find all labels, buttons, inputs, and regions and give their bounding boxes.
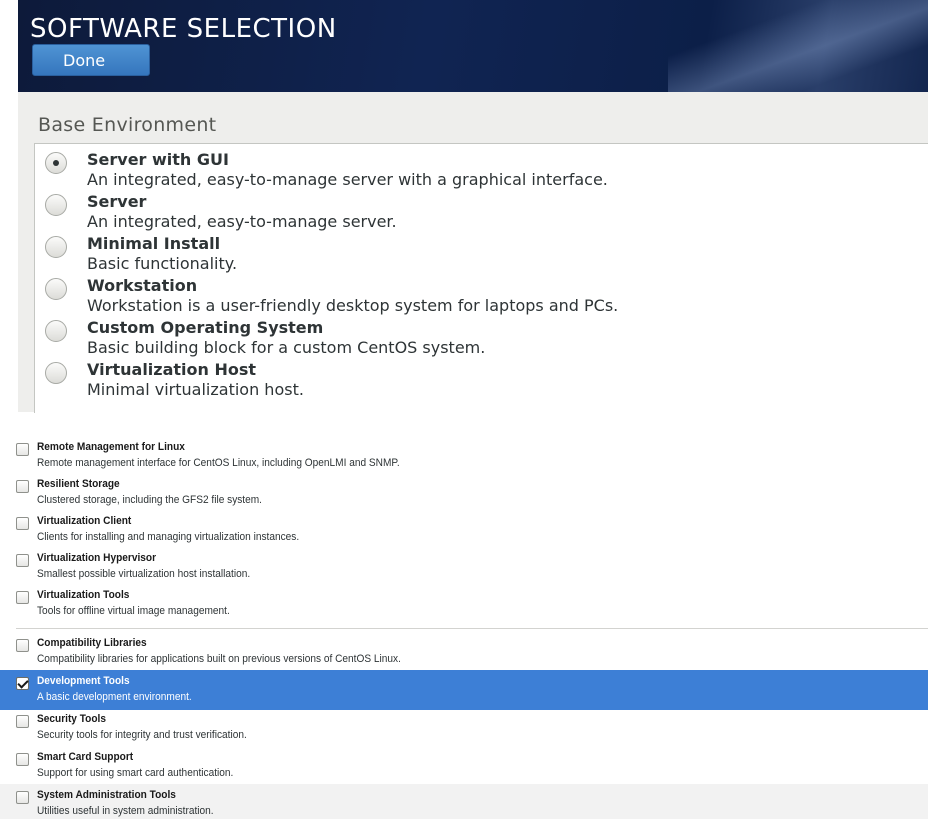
env-option-name: Server with GUI xyxy=(87,150,229,169)
addon-description: Clustered storage, including the GFS2 fi… xyxy=(37,494,262,506)
addon-security-tools[interactable]: Security Tools Security tools for integr… xyxy=(0,708,928,748)
radio-icon[interactable] xyxy=(45,362,67,384)
checkbox-checked-icon[interactable] xyxy=(16,677,29,690)
checkbox-icon[interactable] xyxy=(16,443,29,456)
addon-name: Smart Card Support xyxy=(37,751,134,763)
addon-name: Virtualization Client xyxy=(37,515,132,527)
env-option-server-with-gui[interactable]: Server with GUI An integrated, easy-to-m… xyxy=(35,149,915,189)
radio-icon[interactable] xyxy=(45,278,67,300)
checkbox-icon[interactable] xyxy=(16,639,29,652)
addon-development-tools[interactable]: Development Tools A basic development en… xyxy=(0,670,928,710)
addon-description: Clients for installing and managing virt… xyxy=(37,531,300,543)
addon-smart-card-support[interactable]: Smart Card Support Support for using sma… xyxy=(0,746,928,786)
checkbox-icon[interactable] xyxy=(16,554,29,567)
addon-name: System Administration Tools xyxy=(37,789,176,801)
addon-description: Utilities useful in system administratio… xyxy=(37,805,214,817)
addon-description: Security tools for integrity and trust v… xyxy=(37,729,247,741)
header-bar: SOFTWARE SELECTION Done xyxy=(18,0,928,92)
base-environment-heading: Base Environment xyxy=(38,114,217,136)
checkbox-icon[interactable] xyxy=(16,591,29,604)
env-option-name: Virtualization Host xyxy=(87,360,257,379)
env-option-virtualization-host[interactable]: Virtualization Host Minimal virtualizati… xyxy=(35,359,915,399)
addon-description: Support for using smart card authenticat… xyxy=(37,767,234,779)
addon-description: Tools for offline virtual image manageme… xyxy=(37,605,230,617)
addon-virtualization-hypervisor[interactable]: Virtualization Hypervisor Smallest possi… xyxy=(0,547,928,587)
addon-resilient-storage[interactable]: Resilient Storage Clustered storage, inc… xyxy=(0,473,928,513)
env-option-description: An integrated, easy-to-manage server. xyxy=(87,212,397,231)
radio-selected-icon[interactable] xyxy=(45,152,67,174)
checkbox-icon[interactable] xyxy=(16,715,29,728)
addon-name: Virtualization Tools xyxy=(37,589,130,601)
addon-description: A basic development environment. xyxy=(37,691,192,703)
header-decoration xyxy=(668,0,928,92)
checkbox-icon[interactable] xyxy=(16,480,29,493)
base-environment-panel: Base Environment Server with GUI An inte… xyxy=(18,92,928,413)
addon-system-administration-tools[interactable]: System Administration Tools Utilities us… xyxy=(0,784,928,819)
checkbox-icon[interactable] xyxy=(16,753,29,766)
env-option-custom-operating-system[interactable]: Custom Operating System Basic building b… xyxy=(35,317,915,357)
env-option-name: Workstation xyxy=(87,276,198,295)
env-option-description: Basic building block for a custom CentOS… xyxy=(87,338,486,357)
addon-compatibility-libraries[interactable]: Compatibility Libraries Compatibility li… xyxy=(0,632,928,672)
addon-name: Resilient Storage xyxy=(37,478,120,490)
env-option-name: Minimal Install xyxy=(87,234,221,253)
env-option-description: Workstation is a user-friendly desktop s… xyxy=(87,296,619,315)
env-option-minimal-install[interactable]: Minimal Install Basic functionality. xyxy=(35,233,915,273)
addon-name: Development Tools xyxy=(37,675,130,687)
checkbox-icon[interactable] xyxy=(16,791,29,804)
addon-list: Remote Management for Linux Remote manag… xyxy=(0,436,928,819)
addon-virtualization-client[interactable]: Virtualization Client Clients for instal… xyxy=(0,510,928,550)
radio-icon[interactable] xyxy=(45,320,67,342)
env-option-description: Minimal virtualization host. xyxy=(87,380,304,399)
env-option-workstation[interactable]: Workstation Workstation is a user-friend… xyxy=(35,275,915,315)
page-title: SOFTWARE SELECTION xyxy=(30,14,337,44)
addon-name: Remote Management for Linux xyxy=(37,441,185,453)
checkbox-icon[interactable] xyxy=(16,517,29,530)
addon-description: Compatibility libraries for applications… xyxy=(37,653,401,665)
env-option-description: Basic functionality. xyxy=(87,254,238,273)
base-environment-list: Server with GUI An integrated, easy-to-m… xyxy=(34,143,928,413)
addon-description: Remote management interface for CentOS L… xyxy=(37,457,400,469)
addon-description: Smallest possible virtualization host in… xyxy=(37,568,251,580)
radio-icon[interactable] xyxy=(45,236,67,258)
addon-name: Compatibility Libraries xyxy=(37,637,147,649)
env-option-name: Custom Operating System xyxy=(87,318,324,337)
done-button[interactable]: Done xyxy=(32,44,150,76)
addon-name: Virtualization Hypervisor xyxy=(37,552,157,564)
env-option-name: Server xyxy=(87,192,147,211)
radio-icon[interactable] xyxy=(45,194,67,216)
list-divider xyxy=(16,628,928,629)
addon-remote-management[interactable]: Remote Management for Linux Remote manag… xyxy=(0,436,928,476)
addon-virtualization-tools[interactable]: Virtualization Tools Tools for offline v… xyxy=(0,584,928,624)
env-option-description: An integrated, easy-to-manage server wit… xyxy=(87,170,608,189)
addon-name: Security Tools xyxy=(37,713,106,725)
env-option-server[interactable]: Server An integrated, easy-to-manage ser… xyxy=(35,191,915,231)
